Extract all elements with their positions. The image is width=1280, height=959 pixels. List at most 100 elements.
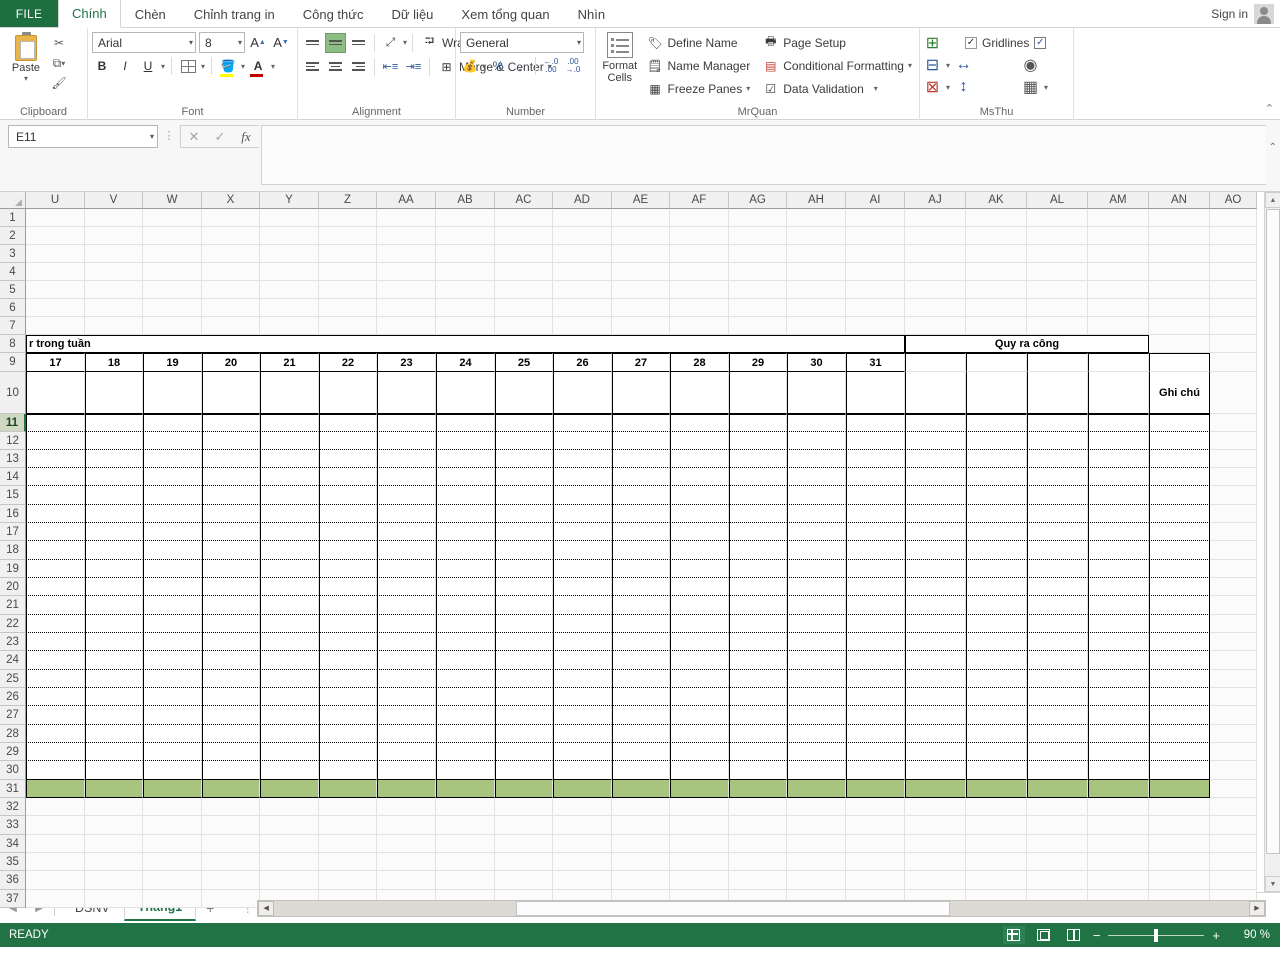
grid-cell[interactable] — [202, 281, 260, 299]
grid-cell[interactable] — [260, 725, 319, 743]
grid-cell[interactable] — [143, 486, 202, 505]
grid-cell[interactable] — [670, 468, 729, 486]
grid-cell[interactable] — [319, 450, 377, 468]
grid-cell[interactable] — [85, 505, 143, 523]
grid-cell[interactable] — [966, 853, 1027, 871]
grid-cell[interactable] — [905, 372, 966, 414]
grid-cell[interactable] — [26, 816, 85, 835]
grid-cell[interactable] — [1149, 486, 1210, 505]
row-header-24[interactable]: 24 — [0, 651, 26, 670]
headings-checkbox[interactable]: ✓ — [1034, 37, 1046, 49]
grid-cell[interactable] — [787, 853, 846, 871]
scissors-icon[interactable]: ✂ — [48, 34, 70, 52]
chevron-down-icon[interactable]: ▾ — [946, 61, 950, 70]
grid-cell[interactable] — [260, 615, 319, 633]
row-header-20[interactable]: 20 — [0, 578, 26, 596]
grid-cell[interactable] — [1027, 725, 1088, 743]
grid-cell[interactable] — [729, 505, 787, 523]
grid-cell[interactable] — [787, 299, 846, 317]
grid-cell[interactable] — [85, 299, 143, 317]
grid-cell[interactable] — [729, 615, 787, 633]
zoom-slider[interactable] — [1108, 935, 1204, 936]
grid-cell[interactable] — [670, 816, 729, 835]
grid-cell[interactable] — [729, 871, 787, 890]
grid-cell[interactable] — [26, 780, 85, 798]
grid-cell[interactable] — [612, 372, 670, 414]
row-header-28[interactable]: 28 — [0, 725, 26, 743]
grid-cell[interactable] — [553, 245, 612, 263]
grid-cell[interactable] — [495, 633, 553, 651]
grid-cell[interactable] — [202, 871, 260, 890]
grid-cell[interactable] — [612, 299, 670, 317]
grid-cell[interactable] — [553, 317, 612, 335]
grid-cell[interactable] — [787, 263, 846, 281]
font-size-combo[interactable]: 8 ▾ — [199, 32, 245, 53]
grid-cell[interactable] — [85, 670, 143, 688]
grid-cell[interactable] — [143, 468, 202, 486]
grid-cell[interactable] — [846, 853, 905, 871]
grid-cell[interactable] — [905, 523, 966, 541]
row-header-13[interactable]: 13 — [0, 450, 26, 468]
grid-cell[interactable] — [377, 227, 436, 245]
grid-cell[interactable] — [612, 688, 670, 706]
grid-cell[interactable] — [1027, 578, 1088, 596]
grid-cell[interactable] — [670, 761, 729, 780]
column-header-AG[interactable]: AG — [729, 192, 787, 209]
grid-cell[interactable] — [260, 853, 319, 871]
grid-cell[interactable] — [966, 651, 1027, 670]
grid-cell[interactable] — [553, 281, 612, 299]
ribbon-tab-6[interactable]: Nhìn — [564, 0, 619, 28]
grid-cell[interactable] — [436, 486, 495, 505]
grid-cell[interactable] — [202, 853, 260, 871]
grid-cell[interactable] — [1149, 871, 1210, 890]
grid-cell[interactable] — [319, 432, 377, 450]
grid-cell[interactable] — [612, 541, 670, 560]
grid-cell[interactable] — [260, 670, 319, 688]
grid-cell[interactable] — [787, 468, 846, 486]
grid-cell[interactable] — [85, 871, 143, 890]
grid-cell[interactable] — [202, 263, 260, 281]
grid-cell[interactable] — [260, 281, 319, 299]
grid-cell[interactable] — [670, 227, 729, 245]
grid-cell[interactable] — [1149, 299, 1210, 317]
grid-cell[interactable] — [377, 633, 436, 651]
grid-cell[interactable] — [495, 245, 553, 263]
scroll-down-icon[interactable]: ▼ — [1265, 876, 1280, 892]
conditional-formatting-button[interactable]: ▤ Conditional Formatting ▾ — [759, 55, 915, 76]
grid-cell[interactable] — [260, 651, 319, 670]
grid-cell[interactable] — [85, 578, 143, 596]
grid-cell[interactable] — [612, 450, 670, 468]
copy-icon[interactable]: ⧉▾ — [48, 54, 70, 72]
grid-cell[interactable] — [377, 541, 436, 560]
grid-cell[interactable] — [436, 761, 495, 780]
cell-day-20[interactable]: 20 — [202, 353, 260, 372]
grid-cell[interactable] — [966, 541, 1027, 560]
grid-cell[interactable] — [26, 560, 85, 578]
grid-cell[interactable] — [1210, 853, 1257, 871]
row-header-2[interactable]: 2 — [0, 227, 26, 245]
grid-cell[interactable] — [85, 486, 143, 505]
grid-cell[interactable] — [729, 281, 787, 299]
grid-cell[interactable] — [1149, 743, 1210, 761]
grid-cell[interactable] — [26, 541, 85, 560]
grid-cell[interactable] — [729, 670, 787, 688]
grid-cell[interactable] — [1149, 633, 1210, 651]
column-width-icon[interactable]: ↔ — [955, 58, 972, 73]
grid-cell[interactable] — [787, 706, 846, 725]
grid-cell[interactable] — [495, 651, 553, 670]
grid-cell[interactable] — [905, 450, 966, 468]
grid-cell[interactable] — [905, 317, 966, 335]
grid-cell[interactable] — [377, 263, 436, 281]
grid-cell[interactable] — [966, 560, 1027, 578]
grid-cell[interactable] — [143, 651, 202, 670]
grid-cell[interactable] — [1088, 505, 1149, 523]
grid-cell[interactable] — [1149, 505, 1210, 523]
grid-cell[interactable] — [319, 780, 377, 798]
grid-cell[interactable] — [1027, 523, 1088, 541]
grid-cell[interactable] — [1027, 468, 1088, 486]
grid-cell[interactable] — [612, 706, 670, 725]
grid-cell[interactable] — [729, 245, 787, 263]
grid-cell[interactable] — [436, 706, 495, 725]
grid-cell[interactable] — [436, 688, 495, 706]
grid-cell[interactable] — [26, 372, 85, 414]
